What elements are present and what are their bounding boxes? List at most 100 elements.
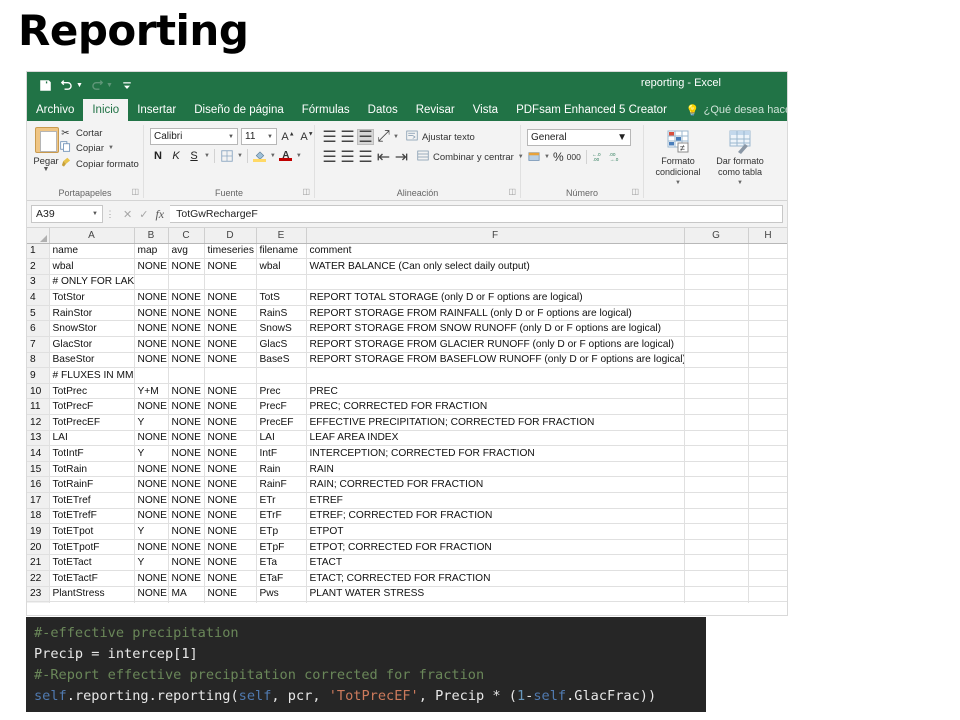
column-header-f[interactable]: F: [306, 228, 685, 244]
name-box-dropdown-icon[interactable]: ▼: [92, 211, 98, 217]
cancel-formula-icon[interactable]: ✕: [123, 208, 132, 221]
cell[interactable]: # FLUXES IN MM: [49, 367, 135, 384]
table-row[interactable]: 18 TotETrefF NONE NONE NONE ETrF ETREF; CORREC…: [27, 508, 787, 525]
cell[interactable]: Prec: [256, 383, 307, 400]
cell[interactable]: [748, 523, 787, 540]
align-center-icon[interactable]: ☰: [339, 149, 356, 166]
cut-button[interactable]: ✂ Cortar: [59, 128, 139, 139]
cell[interactable]: NONE: [134, 570, 169, 587]
cell[interactable]: NONE: [204, 320, 257, 338]
cell[interactable]: ETPOT; CORRECTED FOR FRACTION: [306, 539, 685, 556]
cell[interactable]: [134, 367, 169, 384]
column-header-b[interactable]: B: [134, 228, 169, 244]
column-header-g[interactable]: G: [684, 228, 749, 244]
align-top-icon[interactable]: ☰: [321, 129, 338, 146]
cell[interactable]: TotIntF: [49, 445, 135, 462]
increase-decimal-icon[interactable]: ←.0.00: [592, 151, 606, 163]
cell[interactable]: [684, 414, 749, 431]
cell[interactable]: NONE: [204, 336, 257, 353]
cell[interactable]: NONE: [168, 492, 205, 509]
borders-dropdown-icon[interactable]: ▼: [237, 153, 243, 159]
cell[interactable]: [684, 570, 749, 587]
cell[interactable]: [684, 539, 749, 556]
cell[interactable]: Y+M: [134, 383, 169, 400]
orientation-icon[interactable]: ⤢: [375, 128, 392, 145]
row-header[interactable]: 11: [27, 398, 50, 416]
cell[interactable]: REPORT STORAGE FROM BASEFLOW RUNOFF (onl…: [306, 352, 685, 369]
cell[interactable]: [684, 320, 749, 338]
cell[interactable]: [748, 414, 787, 431]
cell[interactable]: IntF: [256, 445, 307, 462]
cell[interactable]: [748, 243, 787, 260]
cell[interactable]: NONE: [168, 320, 205, 338]
cell[interactable]: NONE: [168, 398, 205, 416]
cell[interactable]: [748, 352, 787, 369]
tell-me-box[interactable]: 💡 ¿Qué desea hacer?: [676, 99, 787, 121]
row-header[interactable]: 5: [27, 305, 50, 322]
cell[interactable]: EFFECTIVE PRECIPITATION; CORRECTED FOR F…: [306, 414, 685, 431]
cell[interactable]: NONE: [204, 430, 257, 447]
cell[interactable]: [748, 289, 787, 306]
decrease-indent-icon[interactable]: ⇤: [375, 149, 392, 166]
cell[interactable]: REPORT STORAGE FROM GLACIER RUNOFF (only…: [306, 336, 685, 353]
cell[interactable]: [684, 445, 749, 462]
insert-function-icon[interactable]: fx: [155, 207, 164, 222]
cell[interactable]: ETPOT: [306, 523, 685, 540]
cell[interactable]: NONE: [134, 398, 169, 416]
font-color-icon[interactable]: A: [278, 148, 294, 164]
cell[interactable]: NONE: [168, 461, 205, 478]
number-format-select[interactable]: General ▼: [527, 129, 631, 146]
cell[interactable]: NONE: [204, 258, 257, 275]
column-header-e[interactable]: E: [256, 228, 307, 244]
column-header-h[interactable]: H: [748, 228, 787, 244]
customize-qat-icon[interactable]: [117, 76, 137, 96]
cell[interactable]: [306, 274, 685, 291]
row-header[interactable]: 15: [27, 461, 50, 478]
table-row[interactable]: 11 TotPrecF NONE NONE NONE PrecF PREC; CORRECT…: [27, 398, 787, 416]
cell[interactable]: [684, 352, 749, 369]
table-row[interactable]: 3# ONLY FOR LAKE AND/OR RESERVOIR MODULE: [27, 274, 787, 291]
cell[interactable]: SnowS: [256, 320, 307, 338]
row-header[interactable]: 14: [27, 445, 50, 462]
cell[interactable]: ETREF; CORRECTED FOR FRACTION: [306, 508, 685, 525]
formula-bar-handle[interactable]: ⋮: [103, 209, 117, 220]
cell[interactable]: [684, 554, 749, 571]
cell[interactable]: NONE: [204, 492, 257, 509]
cell[interactable]: NONE: [168, 305, 205, 322]
cell[interactable]: [748, 383, 787, 400]
cell[interactable]: NONE: [134, 586, 169, 603]
column-header-a[interactable]: A: [49, 228, 135, 244]
cell[interactable]: [684, 383, 749, 400]
accept-formula-icon[interactable]: ✓: [139, 208, 148, 221]
align-right-icon[interactable]: ☰: [357, 149, 374, 166]
table-row[interactable]: 23 PlantStress NONE MA NONE Pws PLANT WATER ST…: [27, 586, 787, 603]
cell[interactable]: NONE: [204, 461, 257, 478]
copy-dropdown-icon[interactable]: ▼: [108, 145, 114, 151]
cell[interactable]: [748, 430, 787, 447]
cell[interactable]: NONE: [168, 289, 205, 306]
cell[interactable]: NONE: [204, 508, 257, 525]
cell[interactable]: TotETact: [49, 554, 135, 571]
cell[interactable]: TotETactF: [49, 570, 135, 587]
table-row[interactable]: 19 TotETpot Y NONE NONE ETp ETPOT: [27, 523, 787, 540]
table-row[interactable]: 14 TotIntF Y NONE NONE IntF INTERCEPTION; CORR…: [27, 445, 787, 462]
font-name-dropdown-icon[interactable]: ▼: [228, 134, 234, 140]
cell[interactable]: TotETpot: [49, 523, 135, 540]
percent-style-button[interactable]: %: [553, 150, 564, 164]
row-header[interactable]: 2: [27, 258, 50, 275]
cell[interactable]: NONE: [204, 476, 257, 493]
cell[interactable]: [684, 367, 749, 384]
cell[interactable]: ETREF: [306, 492, 685, 509]
cell[interactable]: [748, 258, 787, 275]
cell[interactable]: TotETref: [49, 492, 135, 509]
row-header[interactable]: 17: [27, 492, 50, 509]
format-as-table-dropdown-icon[interactable]: ▼: [737, 178, 743, 189]
tab-formulas[interactable]: Fórmulas: [293, 99, 359, 121]
cell[interactable]: NONE: [168, 352, 205, 369]
row-header[interactable]: 1: [27, 243, 50, 260]
cell[interactable]: TotRainF: [49, 476, 135, 493]
cell[interactable]: NONE: [168, 336, 205, 353]
cell[interactable]: avg: [168, 243, 205, 260]
cell[interactable]: PrecF: [256, 398, 307, 416]
table-row[interactable]: 4 TotStor NONE NONE NONE TotS REPORT TOTAL STO…: [27, 289, 787, 306]
